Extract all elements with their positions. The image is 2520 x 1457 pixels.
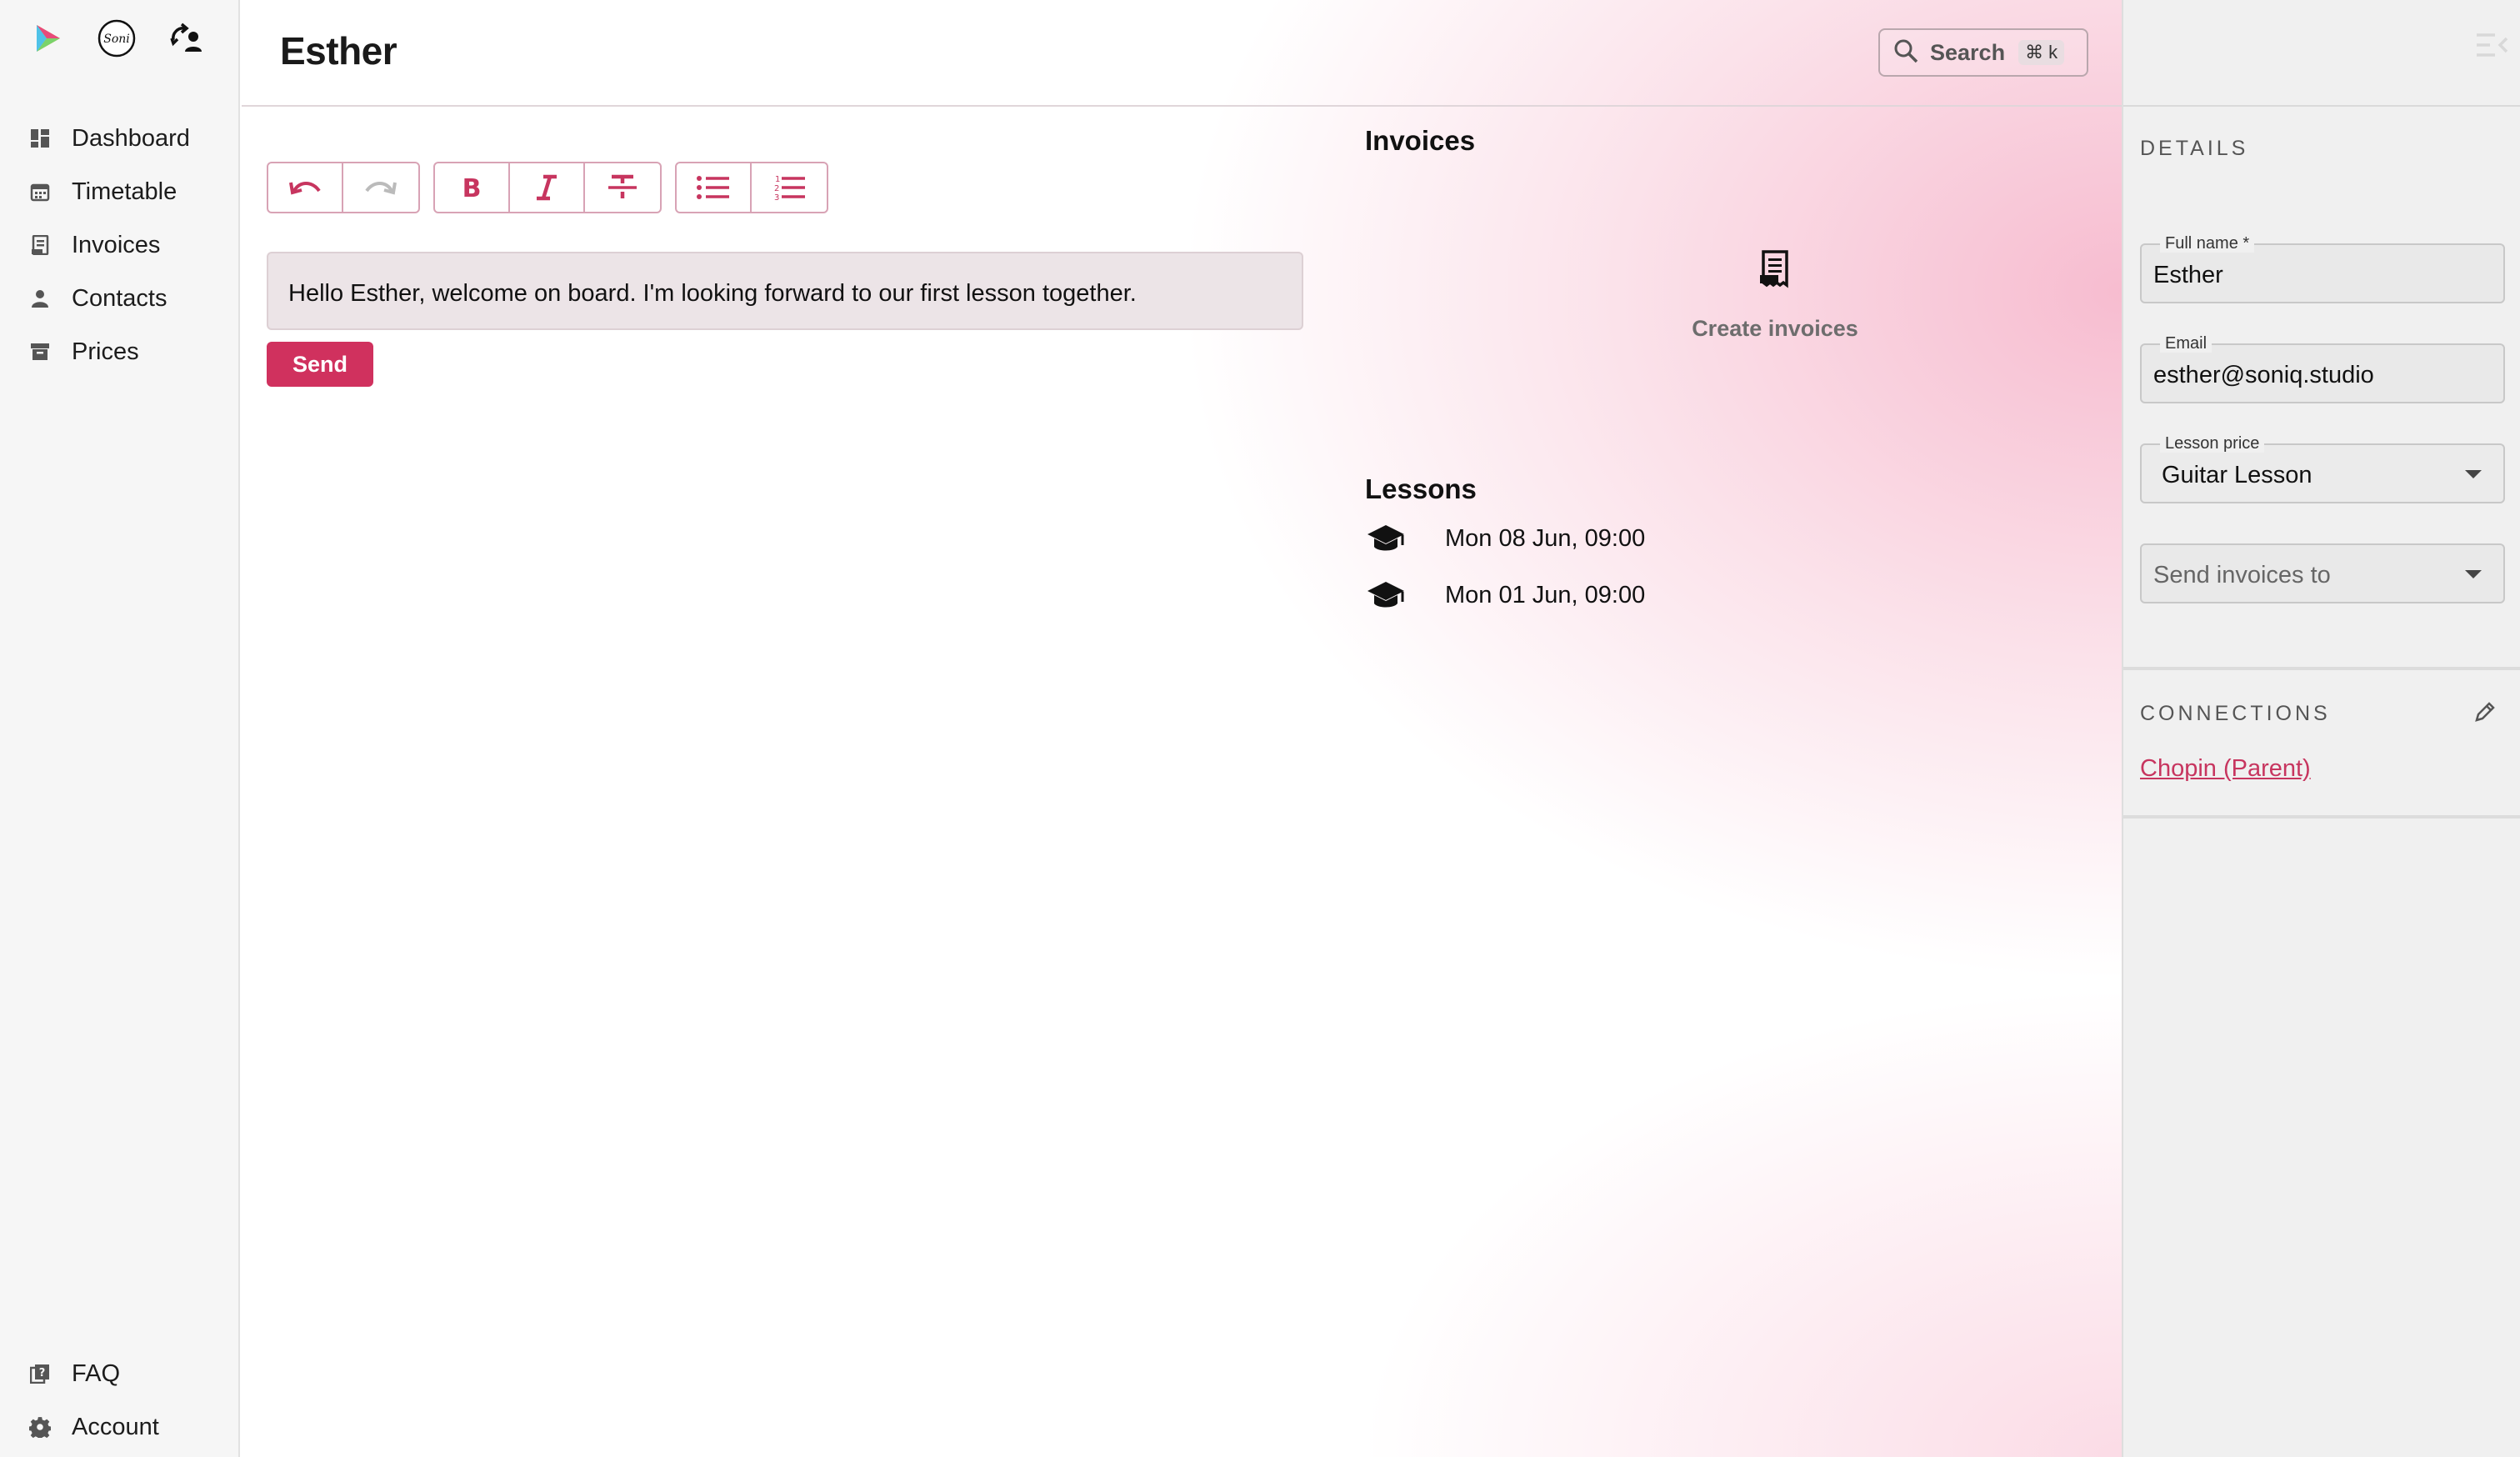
details-heading: DETAILS [2140, 137, 2249, 160]
bullet-list-icon [697, 176, 729, 199]
undo-icon [289, 182, 321, 195]
switch-account-icon[interactable] [167, 18, 207, 58]
lesson-item[interactable]: Mon 01 Jun, 09:00 [1365, 577, 1645, 613]
soni-logo-icon[interactable]: Soni [97, 18, 137, 58]
svg-text:3: 3 [774, 193, 779, 202]
italic-button[interactable] [510, 163, 585, 212]
full-name-field[interactable]: Full name * Esther [2140, 234, 2505, 303]
person-icon [28, 287, 52, 310]
invoice-icon [28, 233, 52, 257]
lesson-price-value: Guitar Lesson [2162, 462, 2312, 488]
message-editor[interactable]: Hello Esther, welcome on board. I'm look… [267, 252, 1303, 330]
email-label: Email [2160, 334, 2212, 353]
lesson-date: Mon 01 Jun, 09:00 [1445, 581, 1646, 608]
panel-divider [2123, 667, 2520, 670]
lesson-item[interactable]: Mon 08 Jun, 09:00 [1365, 520, 1645, 557]
graduation-cap-icon [1365, 520, 1407, 557]
nav-item-dashboard[interactable]: Dashboard [0, 112, 238, 165]
top-bar: Esther Search ⌘ k [242, 0, 2122, 107]
panel-divider [2123, 815, 2520, 819]
full-name-label: Full name * [2160, 234, 2255, 253]
receipt-icon [1760, 250, 1788, 288]
play-logo-icon[interactable] [27, 18, 67, 58]
chevron-down-icon [2465, 470, 2482, 478]
create-invoices-label: Create invoices [1692, 316, 1858, 341]
lessons-heading: Lessons [1365, 473, 1477, 504]
search-button[interactable]: Search ⌘ k [1878, 28, 2088, 77]
gear-icon [28, 1415, 52, 1439]
search-icon [1893, 38, 1918, 68]
format-group: B [433, 162, 662, 213]
history-group [267, 162, 420, 213]
redo-icon [365, 182, 397, 195]
create-invoices-button[interactable]: Create invoices [1650, 250, 1900, 342]
chevron-down-icon [2465, 570, 2482, 578]
graduation-cap-icon [1365, 577, 1407, 613]
panel-top-bar [2123, 0, 2520, 107]
svg-text:Soni: Soni [103, 33, 130, 46]
nav-item-faq[interactable]: ? FAQ [0, 1347, 238, 1400]
strikethrough-button[interactable] [585, 163, 660, 212]
main-content: Esther Search ⌘ k B 1 2 3 Hello Esther, … [242, 0, 2122, 1457]
nav-label: Timetable [72, 178, 178, 205]
nav-label: Account [72, 1413, 159, 1440]
pencil-icon[interactable] [2473, 700, 2498, 725]
nav-item-prices[interactable]: Prices [0, 325, 238, 378]
bold-icon: B [462, 174, 482, 201]
search-label: Search [1930, 39, 2006, 65]
svg-text:2: 2 [774, 184, 779, 193]
send-button[interactable]: Send [267, 342, 373, 387]
nav-item-contacts[interactable]: Contacts [0, 272, 238, 325]
nav-item-account[interactable]: Account [0, 1400, 238, 1454]
app-switcher: Soni [27, 18, 207, 58]
svg-text:?: ? [39, 1367, 46, 1379]
nav-label: Dashboard [72, 124, 190, 152]
lesson-price-select[interactable]: Lesson price Guitar Lesson [2140, 434, 2505, 503]
sidebar: Soni Dashboard Timetable Invoices Contac… [0, 0, 240, 1457]
email-field[interactable]: Email esther@soniq.studio [2140, 334, 2505, 403]
lesson-price-label: Lesson price [2160, 434, 2265, 453]
numbered-list-icon: 123 [774, 175, 805, 202]
undo-button[interactable] [268, 163, 343, 212]
dashboard-icon [28, 127, 52, 150]
nav-label: Invoices [72, 231, 161, 258]
full-name-value: Esther [2153, 262, 2223, 288]
svg-text:1: 1 [775, 175, 780, 184]
italic-icon [537, 174, 557, 201]
list-group: 123 [675, 162, 828, 213]
strikethrough-icon [608, 174, 637, 198]
svg-text:B: B [462, 174, 482, 201]
nav-label: FAQ [72, 1359, 121, 1387]
numbered-list-button[interactable]: 123 [752, 163, 827, 212]
email-value: esther@soniq.studio [2153, 362, 2374, 388]
bullet-list-button[interactable] [677, 163, 752, 212]
archive-icon [28, 340, 52, 363]
nav-label: Contacts [72, 284, 168, 312]
connections-heading: CONNECTIONS [2140, 702, 2331, 725]
page-title: Esther [280, 29, 398, 73]
calendar-icon [28, 180, 52, 203]
nav-label: Prices [72, 338, 139, 365]
faq-icon: ? [28, 1362, 52, 1385]
send-invoices-to-select[interactable]: Send invoices to [2140, 543, 2505, 603]
nav-item-timetable[interactable]: Timetable [0, 165, 238, 218]
collapse-panel-icon[interactable] [2475, 30, 2508, 60]
main-nav: Dashboard Timetable Invoices Contacts Pr… [0, 112, 238, 378]
editor-toolbar: B 123 [267, 162, 828, 213]
details-panel: DETAILS Full name * Esther Email esther@… [2122, 0, 2520, 1457]
redo-button[interactable] [343, 163, 418, 212]
invoices-heading: Invoices [1365, 125, 1476, 156]
search-shortcut: ⌘ k [2018, 40, 2065, 65]
bold-button[interactable]: B [435, 163, 510, 212]
connection-link[interactable]: Chopin (Parent) [2140, 755, 2311, 783]
send-invoices-placeholder: Send invoices to [2153, 562, 2331, 588]
nav-item-invoices[interactable]: Invoices [0, 218, 238, 272]
lesson-date: Mon 08 Jun, 09:00 [1445, 524, 1646, 552]
sidebar-footer: ? FAQ Account [0, 1347, 238, 1454]
